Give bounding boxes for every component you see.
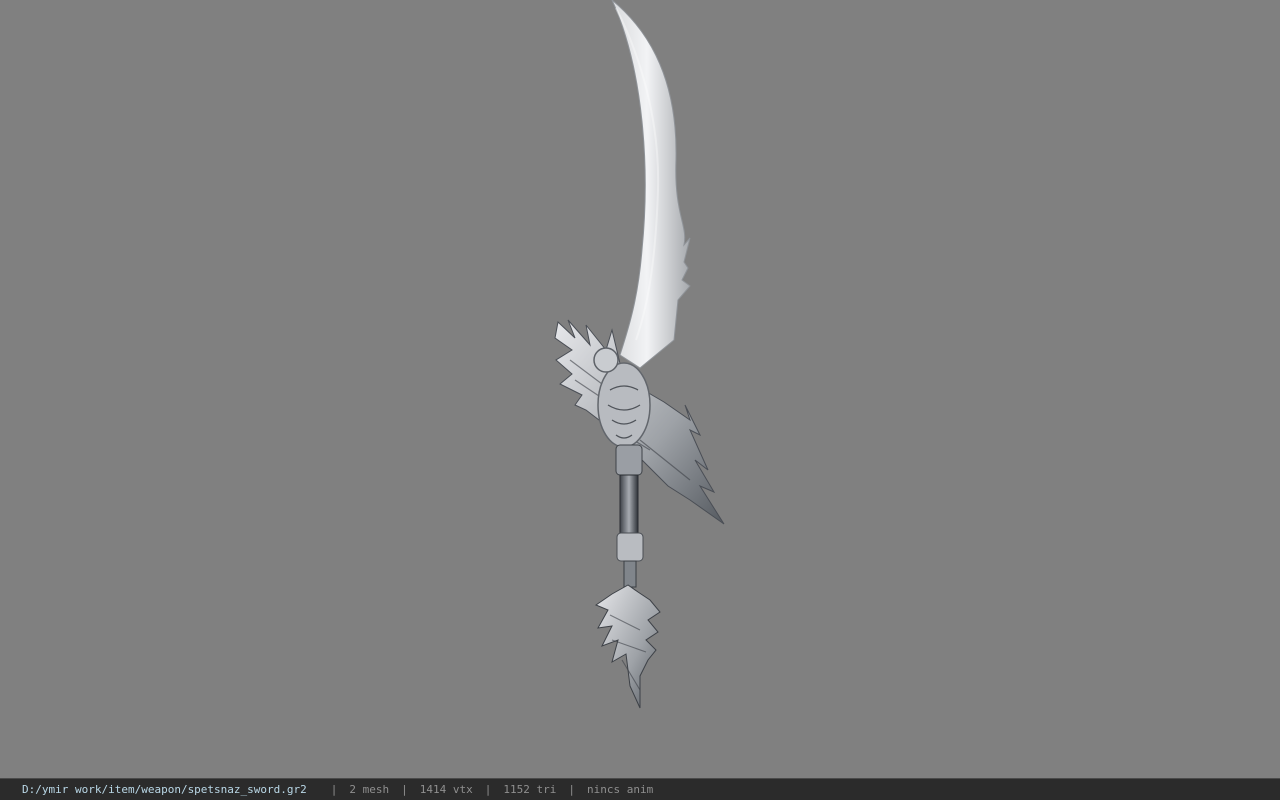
handle-collar — [615, 444, 643, 476]
separator: | — [568, 783, 575, 796]
pommel-tassel — [594, 584, 661, 709]
3d-viewport[interactable] — [0, 0, 1280, 778]
vertex-count: 1414 vtx — [419, 783, 473, 796]
separator: | — [401, 783, 408, 796]
status-bar: D:/ymir work/item/weapon/spetsnaz_sword.… — [0, 778, 1280, 800]
sword-model-render[interactable] — [0, 0, 1280, 778]
guard-ornament — [597, 362, 651, 448]
handle-neck — [623, 560, 637, 588]
blade — [611, 0, 691, 369]
triangle-count: 1152 tri — [503, 783, 557, 796]
separator: | — [330, 783, 338, 796]
file-path: D:/ymir work/item/weapon/spetsnaz_sword.… — [22, 783, 307, 796]
guard-spiral — [593, 347, 619, 373]
separator: | — [484, 783, 492, 796]
mesh-count: 2 mesh — [349, 783, 390, 796]
animation-status: nincs anim — [587, 783, 654, 796]
handle-wrap — [616, 532, 644, 562]
